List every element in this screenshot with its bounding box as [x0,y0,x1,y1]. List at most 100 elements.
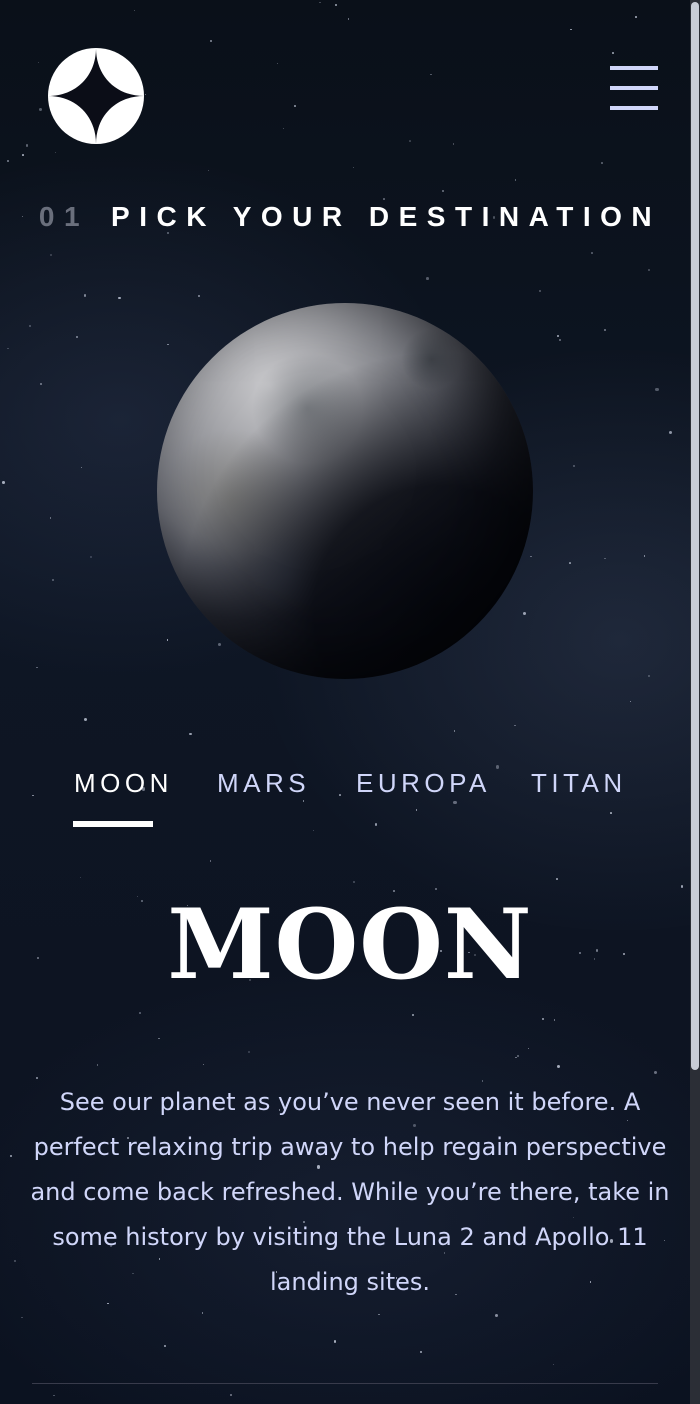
star-dot [210,39,213,42]
star-dot [84,718,88,722]
star-dot [527,1047,530,1050]
star-dot [411,1013,414,1016]
star-dot [601,162,603,165]
star-dot [573,465,575,467]
star-dot [96,1064,98,1066]
star-dot [517,1055,519,1057]
destination-tabs: MOON MARS EUROPA TITAN [0,766,700,828]
star-dot [21,1316,24,1319]
destination-description: See our planet as you’ve never seen it b… [30,1088,670,1296]
star-dot [50,517,52,519]
star-dot [35,1077,38,1079]
star-dot [40,382,43,385]
page-heading-text: PICK YOUR DESTINATION [111,201,662,232]
star-dot [643,555,646,558]
star-dot [611,51,614,54]
star-dot [207,170,210,172]
star-dot [539,289,542,293]
tab-titan[interactable]: TITAN [531,766,627,828]
star-dot [514,179,517,181]
star-dot [230,1394,233,1397]
star-dot [347,18,350,20]
star-dot [333,1340,337,1343]
star-dot [248,1051,251,1054]
star-dot [203,1063,205,1065]
star-dot [377,1313,380,1316]
destination-title: MOON [167,888,533,1001]
star-dot [553,1364,555,1366]
scrollbar-thumb[interactable] [691,2,699,1070]
moon-planet-image [157,303,533,679]
star-dot [217,642,221,647]
menu-line [610,66,658,70]
star-dot [556,1064,561,1069]
star-dot [49,253,52,256]
star-dot [209,860,211,862]
star-dot [409,140,412,143]
star-dot [163,1345,166,1348]
star-dot [80,877,82,879]
star-dot [653,1070,658,1075]
star-dot [556,335,559,338]
star-dot [51,578,54,581]
star-dot [655,387,659,392]
star-dot [14,1260,17,1263]
star-dot [158,1037,161,1040]
divider [32,1383,658,1384]
star-dot [541,1017,544,1021]
star-dot [36,666,38,668]
star-dot [313,830,315,832]
star-dot [9,1155,12,1157]
tab-mars[interactable]: MARS [217,766,310,828]
menu-line [610,106,658,110]
star-dot [319,1,321,4]
star-dot [133,9,136,12]
star-dot [515,1057,517,1059]
scrollbar[interactable] [690,0,700,1404]
tab-moon[interactable]: MOON [74,766,173,828]
star-dot [37,62,39,64]
star-dot [53,1394,55,1396]
star-dot [335,4,338,7]
star-dot [420,1351,422,1353]
menu-line [610,86,658,90]
active-tab-indicator [73,821,153,827]
star-dot [54,151,57,153]
hamburger-menu-icon[interactable] [610,66,658,110]
star-dot [198,294,201,297]
star-dot [144,93,147,96]
star-dot [604,329,606,331]
star-dot [495,1313,499,1317]
star-dot [452,142,455,145]
star-dot [2,480,5,484]
star-dot [591,252,593,255]
star-dot [283,127,285,129]
star-dot [201,1312,204,1314]
star-dot [29,324,32,327]
star-dot [430,73,432,76]
star-dot [453,730,456,732]
star-logo-icon [48,48,144,144]
star-dot [647,268,650,271]
star-dot [6,160,9,163]
star-dot [83,294,87,297]
star-dot [167,343,170,346]
logo[interactable] [48,48,144,144]
page-heading: 01 PICK YOUR DESTINATION [0,200,700,234]
star-dot [118,296,121,299]
star-dot [629,701,631,703]
page-heading-number: 01 [38,201,90,232]
star-dot [22,154,24,157]
star-dot [514,724,517,727]
star-dot [426,277,430,281]
star-dot [189,732,193,736]
tab-europa[interactable]: EUROPA [356,766,491,828]
star-dot [81,466,83,469]
star-dot [530,555,533,558]
star-dot [276,62,278,64]
star-dot [7,347,9,349]
star-dot [441,189,445,192]
star-dot [604,557,607,560]
star-dot [25,144,28,147]
star-dot [293,105,296,108]
